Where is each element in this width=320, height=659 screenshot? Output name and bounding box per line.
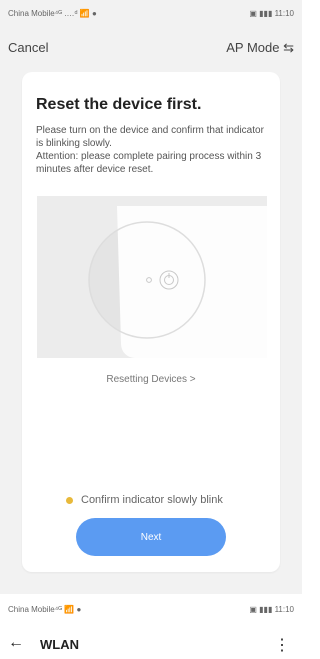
confirm-indicator-option[interactable]: Confirm indicator slowly blink <box>66 494 223 506</box>
page-title: Reset the device first. <box>36 96 202 113</box>
wlan-title: WLAN <box>40 637 79 652</box>
more-options-icon[interactable]: ⋮ <box>274 635 290 655</box>
instructions-text: Please turn on the device and confirm th… <box>36 125 264 175</box>
bottom-carrier-status: China Mobile⁴ᴳ 📶 ● <box>8 605 82 614</box>
bottom-status-bar: China Mobile⁴ᴳ 📶 ● ▣ ▮▮▮ 11:10 <box>0 602 302 618</box>
phone-screen: China Mobile⁴ᴳ .…ᵈ 📶 ● ▣ ▮▮▮ 11:10 Cance… <box>0 0 302 594</box>
cancel-button[interactable]: Cancel <box>8 40 48 55</box>
device-illustration-graphic <box>88 206 267 358</box>
carrier-status: China Mobile⁴ᴳ .…ᵈ 📶 ● <box>8 9 97 18</box>
device-illustration <box>37 196 267 358</box>
top-nav: Cancel AP Mode ⇆ <box>0 40 302 60</box>
bottom-time-battery-status: ▣ ▮▮▮ 11:10 <box>249 605 294 614</box>
status-bar: China Mobile⁴ᴳ .…ᵈ 📶 ● ▣ ▮▮▮ 11:10 <box>0 0 302 26</box>
next-button[interactable]: Next <box>76 518 226 556</box>
wlan-header: ← WLAN ⋮ <box>0 630 302 656</box>
confirm-dot-icon <box>66 496 73 504</box>
time-battery-status: ▣ ▮▮▮ 11:10 <box>249 9 294 18</box>
resetting-devices-link[interactable]: Resetting Devices > <box>22 374 280 385</box>
ap-mode-button[interactable]: AP Mode ⇆ <box>226 40 294 56</box>
reset-instructions-card: Reset the device first. Please turn on t… <box>22 72 280 572</box>
confirm-indicator-label: Confirm indicator slowly blink <box>81 494 223 506</box>
back-arrow-icon[interactable]: ← <box>8 634 24 652</box>
